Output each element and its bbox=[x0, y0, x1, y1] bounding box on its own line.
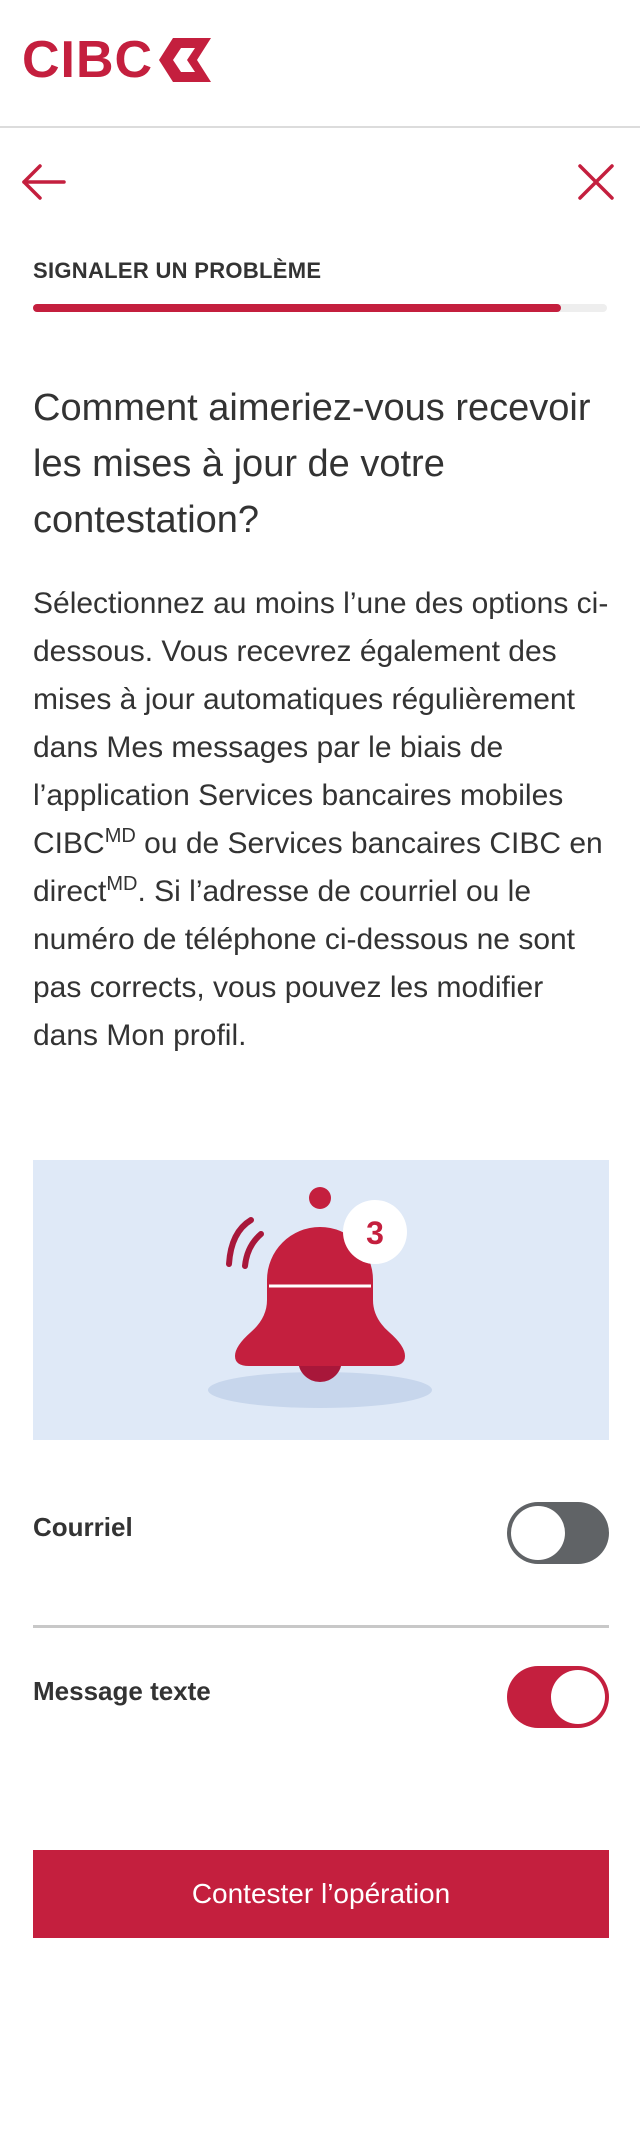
toggle-knob bbox=[551, 1670, 605, 1724]
options-divider bbox=[33, 1625, 609, 1628]
description-part-3: . Si l’adresse de courriel ou le numéro … bbox=[33, 875, 576, 1052]
logo-text: CIBC bbox=[22, 31, 154, 89]
option-sms-label: Message texte bbox=[33, 1676, 211, 1706]
cibc-logo: CIBC bbox=[22, 34, 213, 86]
back-button[interactable] bbox=[20, 158, 68, 206]
step-title: SIGNALER UN PROBLÈME bbox=[33, 258, 322, 283]
option-email-label: Courriel bbox=[33, 1512, 133, 1542]
progress-bar bbox=[33, 304, 607, 312]
nav-bar bbox=[0, 128, 640, 228]
description-part-1: Sélectionnez au moins l’une des options … bbox=[33, 587, 609, 860]
progress-bar-fill bbox=[33, 304, 562, 312]
notification-illustration: 3 bbox=[33, 1160, 609, 1440]
dispute-transaction-button[interactable]: Contester l’opération bbox=[33, 1850, 609, 1938]
close-icon bbox=[578, 164, 614, 200]
badge-count: 3 bbox=[366, 1215, 384, 1251]
app-header: CIBC bbox=[0, 0, 640, 128]
arrow-left-icon bbox=[22, 164, 66, 200]
sms-toggle[interactable] bbox=[507, 1666, 609, 1728]
toggle-knob bbox=[511, 1506, 565, 1560]
description-text: Sélectionnez au moins l’une des options … bbox=[33, 580, 613, 1060]
option-sms-row: Message texte bbox=[33, 1666, 609, 1736]
email-toggle[interactable] bbox=[507, 1502, 609, 1564]
close-button[interactable] bbox=[572, 158, 620, 206]
option-email-row: Courriel bbox=[33, 1502, 609, 1572]
notification-bell-icon: 3 bbox=[208, 1187, 432, 1408]
trademark-sup-2: MD bbox=[106, 873, 138, 895]
page-question: Comment aimeriez-vous recevoir les mises… bbox=[33, 387, 591, 541]
trademark-sup-1: MD bbox=[104, 825, 136, 847]
cibc-diamond-logo-mark bbox=[159, 38, 212, 82]
